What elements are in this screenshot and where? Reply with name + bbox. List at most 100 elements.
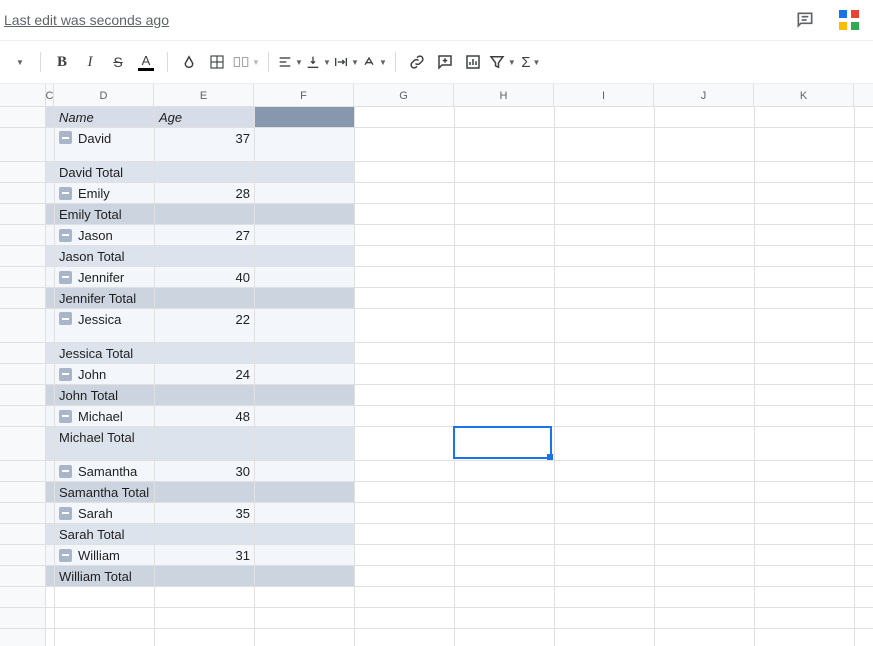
cell[interactable] <box>155 343 255 364</box>
cell[interactable] <box>555 128 655 162</box>
cell[interactable] <box>255 587 355 608</box>
collapse-icon[interactable] <box>59 229 72 242</box>
cell[interactable] <box>455 309 555 343</box>
collapse-icon[interactable] <box>59 410 72 423</box>
cell[interactable] <box>46 267 55 288</box>
row-number[interactable] <box>0 309 46 343</box>
cell[interactable] <box>655 587 755 608</box>
cell[interactable] <box>355 524 455 545</box>
cell[interactable] <box>355 406 455 427</box>
cell[interactable] <box>655 566 755 587</box>
cell[interactable] <box>355 107 455 128</box>
cell[interactable] <box>155 288 255 309</box>
cell[interactable] <box>46 427 55 461</box>
pivot-name-sarah[interactable]: Sarah <box>55 503 155 524</box>
filter-button[interactable]: ▼ <box>488 49 516 75</box>
cell[interactable] <box>355 162 455 183</box>
cell[interactable] <box>55 587 155 608</box>
cell[interactable] <box>755 183 855 204</box>
cell[interactable] <box>455 461 555 482</box>
cell[interactable] <box>355 587 455 608</box>
cell[interactable] <box>255 406 355 427</box>
col-header-E[interactable]: E <box>154 84 254 107</box>
cell[interactable] <box>46 183 55 204</box>
cell[interactable] <box>255 503 355 524</box>
cell[interactable] <box>755 587 855 608</box>
cell[interactable] <box>455 524 555 545</box>
cell[interactable] <box>255 246 355 267</box>
cell[interactable] <box>255 364 355 385</box>
row-number[interactable] <box>0 608 46 629</box>
pivot-total-david[interactable]: David Total <box>55 162 155 183</box>
collapse-icon[interactable] <box>59 312 72 325</box>
comments-icon[interactable] <box>793 8 817 32</box>
cell[interactable] <box>555 225 655 246</box>
cell[interactable] <box>255 427 355 461</box>
cell[interactable] <box>655 608 755 629</box>
pivot-age-jason[interactable]: 27 <box>155 225 255 246</box>
row-number[interactable] <box>0 246 46 267</box>
cell[interactable] <box>655 629 755 646</box>
cell[interactable] <box>455 128 555 162</box>
cell[interactable] <box>555 267 655 288</box>
cell[interactable] <box>455 246 555 267</box>
italic-button[interactable]: I <box>77 49 103 75</box>
pivot-age-emily[interactable]: 28 <box>155 183 255 204</box>
cell[interactable] <box>455 107 555 128</box>
insert-link-button[interactable] <box>404 49 430 75</box>
cell[interactable] <box>655 267 755 288</box>
pivot-total-jason[interactable]: Jason Total <box>55 246 155 267</box>
cell[interactable] <box>555 343 655 364</box>
cell[interactable] <box>46 503 55 524</box>
cell[interactable] <box>855 566 873 587</box>
cell[interactable] <box>655 545 755 566</box>
cell[interactable] <box>655 162 755 183</box>
cell[interactable] <box>255 343 355 364</box>
cell[interactable] <box>855 183 873 204</box>
cell[interactable] <box>655 503 755 524</box>
cell[interactable] <box>46 225 55 246</box>
row-number[interactable] <box>0 267 46 288</box>
cell[interactable] <box>455 364 555 385</box>
cell[interactable] <box>755 225 855 246</box>
cell[interactable] <box>655 482 755 503</box>
cell[interactable] <box>855 482 873 503</box>
cell[interactable] <box>46 461 55 482</box>
cells-area[interactable]: NameAgeDavid37David TotalEmily28Emily To… <box>46 107 873 646</box>
pivot-age-william[interactable]: 31 <box>155 545 255 566</box>
row-number[interactable] <box>0 427 46 461</box>
cell[interactable] <box>655 461 755 482</box>
row-number[interactable] <box>0 343 46 364</box>
cell[interactable] <box>755 128 855 162</box>
pivot-total-samantha[interactable]: Samantha Total <box>55 482 155 503</box>
cell[interactable] <box>255 524 355 545</box>
cell[interactable] <box>555 107 655 128</box>
cell[interactable] <box>755 267 855 288</box>
cell[interactable] <box>855 503 873 524</box>
v-align-button[interactable]: ▼ <box>305 49 331 75</box>
cell[interactable] <box>555 545 655 566</box>
cell[interactable] <box>655 288 755 309</box>
cell[interactable] <box>855 524 873 545</box>
merge-cells-button[interactable]: ▼ <box>232 49 260 75</box>
row-number[interactable] <box>0 587 46 608</box>
cell[interactable] <box>755 524 855 545</box>
text-rotation-button[interactable]: ▼ <box>361 49 387 75</box>
cell[interactable] <box>255 482 355 503</box>
pivot-name-emily[interactable]: Emily <box>55 183 155 204</box>
row-number[interactable] <box>0 225 46 246</box>
cell[interactable] <box>46 309 55 343</box>
cell[interactable] <box>46 482 55 503</box>
row-number[interactable] <box>0 385 46 406</box>
cell[interactable] <box>655 364 755 385</box>
insert-comment-button[interactable] <box>432 49 458 75</box>
pivot-name-david[interactable]: David <box>55 128 155 162</box>
cell[interactable] <box>46 524 55 545</box>
cell[interactable] <box>355 482 455 503</box>
cell[interactable] <box>555 427 655 461</box>
cell[interactable] <box>355 385 455 406</box>
cell[interactable] <box>655 107 755 128</box>
pivot-header-name[interactable]: Name <box>55 107 155 128</box>
pivot-total-michael[interactable]: Michael Total <box>55 427 155 461</box>
cell[interactable] <box>355 343 455 364</box>
